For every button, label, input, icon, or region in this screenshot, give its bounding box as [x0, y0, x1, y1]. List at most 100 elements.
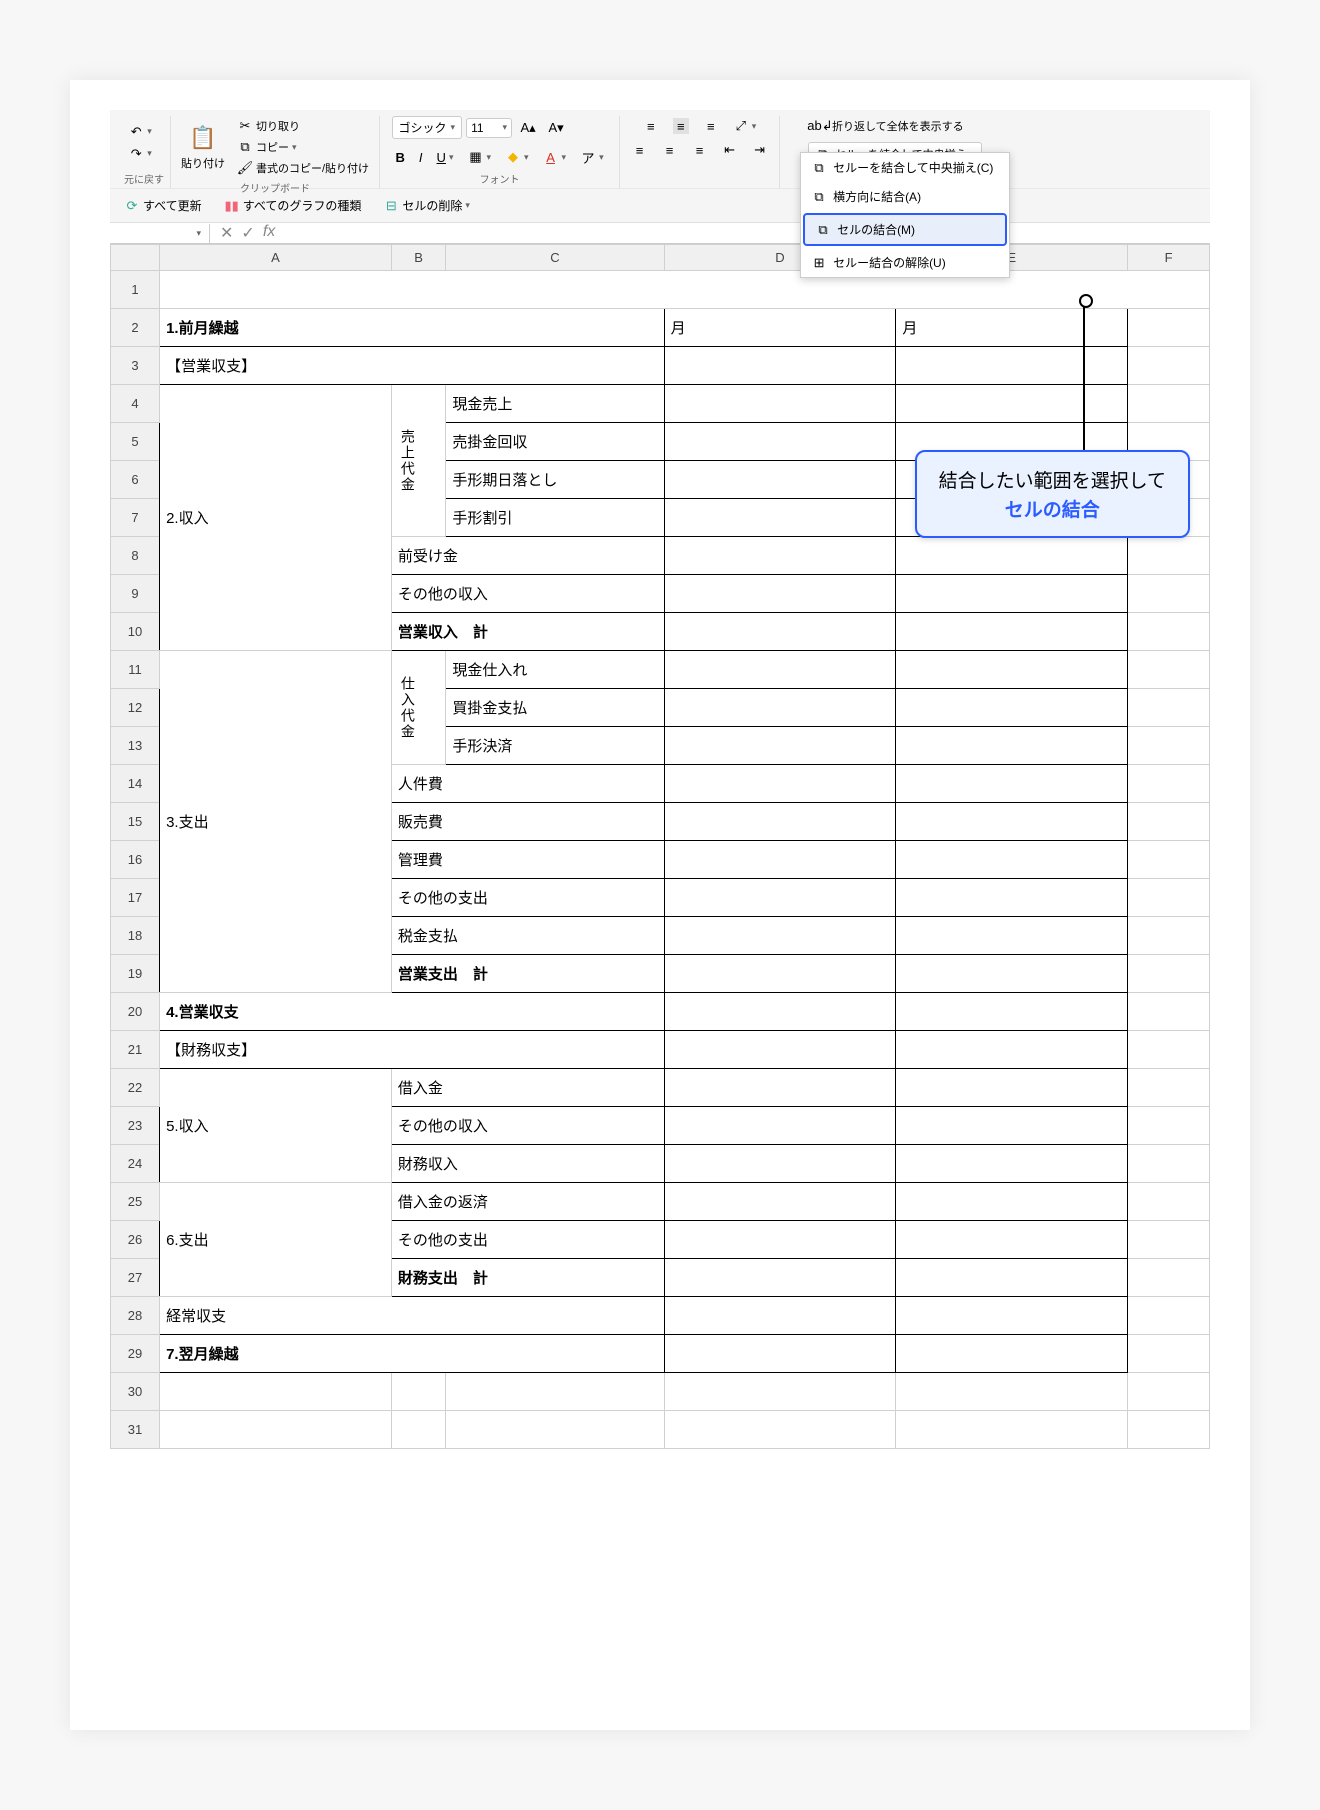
cell[interactable]: 月 [664, 309, 896, 347]
cell[interactable]: 月 [896, 309, 1128, 347]
col-header[interactable]: A [160, 245, 392, 271]
decrease-indent-button[interactable]: ⇤ [718, 140, 742, 160]
cell[interactable]: 手形割引 [446, 499, 664, 537]
delete-cells-button[interactable]: ⊟セルの削除▾ [379, 195, 474, 216]
cell[interactable]: 税金支払 [391, 917, 664, 955]
row-header[interactable]: 18 [111, 917, 160, 955]
cell[interactable]: 現金仕入れ [446, 651, 664, 689]
merge-cells-item[interactable]: ⧉セルの結合(M) [803, 213, 1007, 246]
unmerge-item[interactable]: ⊞セルー結合の解除(U) [801, 248, 1009, 277]
merge-center-item[interactable]: ⧉セルーを結合して中央揃え(C) [801, 153, 1009, 182]
cell[interactable]: 販売費 [391, 803, 664, 841]
row-header[interactable]: 24 [111, 1145, 160, 1183]
row-header[interactable]: 6 [111, 461, 160, 499]
paste-button[interactable]: 📋 貼り付け [177, 122, 229, 173]
cell[interactable]: 売掛金回収 [446, 423, 664, 461]
row-header[interactable]: 30 [111, 1373, 160, 1411]
cell[interactable]: 現金売上 [446, 385, 664, 423]
underline-button[interactable]: U▾ [433, 147, 458, 167]
refresh-all-button[interactable]: ⟳すべて更新 [120, 195, 206, 216]
align-bottom-button[interactable]: ≡ [699, 116, 723, 136]
col-header[interactable]: F [1128, 245, 1210, 271]
fill-color-button[interactable]: ◆▾ [501, 147, 533, 167]
undo-button[interactable]: ↶▾ [124, 122, 156, 142]
cell[interactable]: 前受け金 [391, 537, 664, 575]
orientation-button[interactable]: ⤢▾ [729, 116, 761, 136]
row-header[interactable]: 17 [111, 879, 160, 917]
row-header[interactable]: 14 [111, 765, 160, 803]
cell[interactable]: 買掛金支払 [446, 689, 664, 727]
row-header[interactable]: 7 [111, 499, 160, 537]
wrap-text-button[interactable]: ab↲折り返して全体を表示する [808, 116, 968, 136]
align-middle-button[interactable]: ≡ [669, 116, 693, 136]
row-header[interactable]: 25 [111, 1183, 160, 1221]
cell[interactable]: 借入金 [391, 1069, 664, 1107]
row-header[interactable]: 10 [111, 613, 160, 651]
row-header[interactable]: 5 [111, 423, 160, 461]
cell[interactable]: 2.収入 [160, 385, 392, 651]
decrease-font-button[interactable]: A▾ [544, 118, 568, 138]
fx-confirm-button[interactable]: ✓ [241, 223, 254, 243]
row-header[interactable]: 26 [111, 1221, 160, 1259]
merge-across-item[interactable]: ⧉横方向に結合(A) [801, 182, 1009, 211]
border-button[interactable]: ▦▾ [463, 147, 495, 167]
fx-cancel-button[interactable]: ✕ [220, 223, 233, 243]
row-header[interactable]: 16 [111, 841, 160, 879]
row-header[interactable]: 23 [111, 1107, 160, 1145]
cell[interactable]: 管理費 [391, 841, 664, 879]
row-header[interactable]: 11 [111, 651, 160, 689]
row-header[interactable]: 21 [111, 1031, 160, 1069]
name-box[interactable]: ▾ [110, 224, 210, 243]
ruby-button[interactable]: ア▾ [576, 147, 608, 167]
row-header[interactable]: 9 [111, 575, 160, 613]
row-header[interactable]: 15 [111, 803, 160, 841]
italic-button[interactable]: I [415, 147, 427, 167]
all-charts-button[interactable]: ▮▮すべてのグラフの種類 [220, 195, 366, 216]
cell[interactable]: 7.翌月繰越 [160, 1335, 664, 1373]
copy-button[interactable]: ⧉コピー▾ [233, 137, 373, 157]
cell[interactable]: 財務支出 計 [391, 1259, 664, 1297]
row-header[interactable]: 4 [111, 385, 160, 423]
cell[interactable]: 1.前月繰越 [160, 309, 664, 347]
cell[interactable]: 営業支出 計 [391, 955, 664, 993]
cell[interactable]: 手形決済 [446, 727, 664, 765]
row-header[interactable]: 12 [111, 689, 160, 727]
select-all-corner[interactable] [111, 245, 160, 271]
cut-button[interactable]: ✂切り取り [233, 116, 373, 136]
bold-button[interactable]: B [392, 147, 409, 167]
row-header[interactable]: 27 [111, 1259, 160, 1297]
format-painter-button[interactable]: 🖌書式のコピー/貼り付け [233, 158, 373, 178]
cell[interactable]: 4.営業収支 [160, 993, 664, 1031]
row-header[interactable]: 13 [111, 727, 160, 765]
cell[interactable]: その他の支出 [391, 879, 664, 917]
col-header[interactable]: C [446, 245, 664, 271]
font-color-button[interactable]: A▾ [539, 147, 571, 167]
cell[interactable]: その他の支出 [391, 1221, 664, 1259]
row-header[interactable]: 3 [111, 347, 160, 385]
row-header[interactable]: 2 [111, 309, 160, 347]
cell[interactable]: 【財務収支】 [160, 1031, 664, 1069]
cell[interactable]: 6.支出 [160, 1183, 392, 1297]
row-header[interactable]: 28 [111, 1297, 160, 1335]
redo-button[interactable]: ↷▾ [124, 144, 156, 164]
cell[interactable]: 【営業収支】 [160, 347, 664, 385]
align-top-button[interactable]: ≡ [639, 116, 663, 136]
cell[interactable]: 手形期日落とし [446, 461, 664, 499]
row-header[interactable]: 8 [111, 537, 160, 575]
font-size-select[interactable]: 11▾ [466, 118, 512, 138]
cell[interactable]: 5.収入 [160, 1069, 392, 1183]
row-header[interactable]: 19 [111, 955, 160, 993]
cell[interactable]: 借入金の返済 [391, 1183, 664, 1221]
cell[interactable]: 営業収入 計 [391, 613, 664, 651]
cell[interactable]: 経常収支 [160, 1297, 664, 1335]
cell[interactable]: 売上代金 [391, 385, 446, 537]
cell[interactable]: その他の収入 [391, 575, 664, 613]
row-header[interactable]: 20 [111, 993, 160, 1031]
increase-indent-button[interactable]: ⇥ [748, 140, 772, 160]
font-name-select[interactable]: ゴシック▾ [392, 116, 463, 139]
align-right-button[interactable]: ≡ [688, 140, 712, 160]
increase-font-button[interactable]: A▴ [516, 118, 540, 138]
row-header[interactable]: 29 [111, 1335, 160, 1373]
cell[interactable]: その他の収入 [391, 1107, 664, 1145]
row-header[interactable]: 1 [111, 271, 160, 309]
